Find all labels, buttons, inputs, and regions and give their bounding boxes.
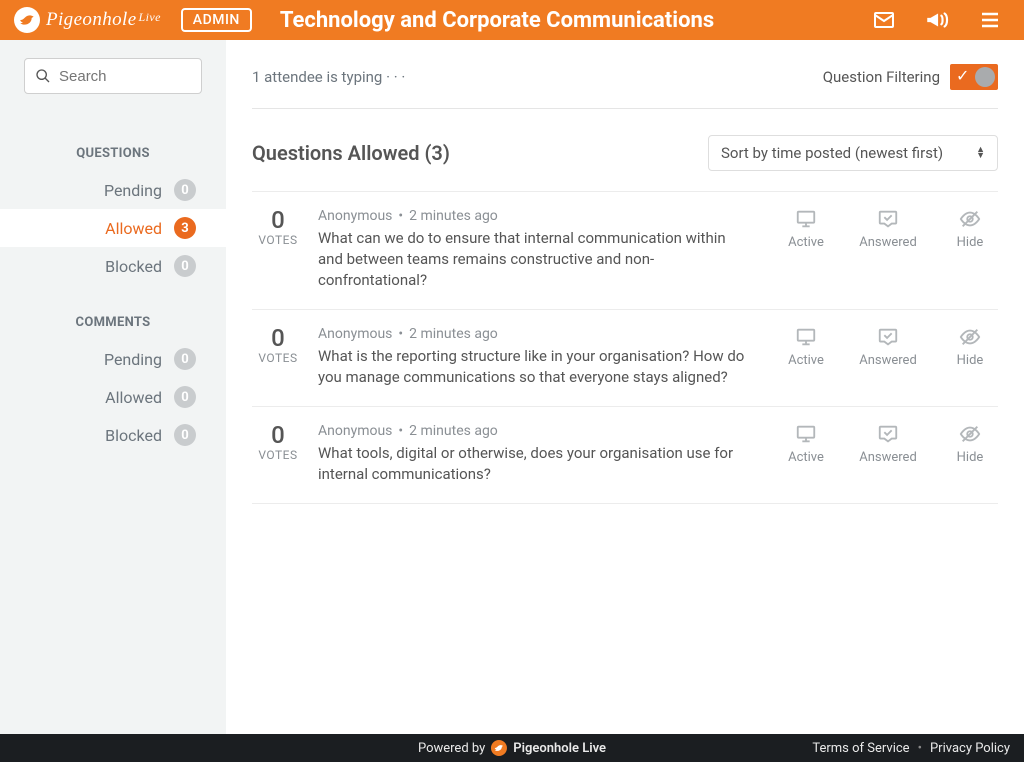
question-list: 0 VOTES Anonymous•2 minutes ago What can…	[252, 191, 998, 504]
bird-icon	[14, 7, 40, 33]
app-header: PigeonholeLive ADMIN Technology and Corp…	[0, 0, 1024, 40]
question-row: 0 VOTES Anonymous•2 minutes ago What is …	[252, 310, 998, 407]
question-author: Anonymous	[318, 423, 392, 439]
action-answered[interactable]: Answered	[860, 208, 916, 250]
footer-brand: Pigeonhole Live	[513, 741, 606, 756]
sidebar-item-allowed-comments[interactable]: Allowed 0	[0, 378, 226, 416]
app-footer: Powered by Pigeonhole Live Terms of Serv…	[0, 734, 1024, 762]
eye-off-icon	[959, 326, 981, 348]
sidebar-item-label: Blocked	[105, 257, 162, 276]
vote-count: 0 VOTES	[252, 208, 304, 247]
count-badge: 0	[174, 179, 196, 201]
question-author: Anonymous	[318, 208, 392, 224]
chevron-updown-icon: ▲▼	[976, 147, 985, 159]
brand-name: PigeonholeLive	[46, 9, 159, 31]
question-text: What can we do to ensure that internal c…	[318, 228, 748, 291]
eye-off-icon	[959, 423, 981, 445]
monitor-icon	[795, 208, 817, 230]
typing-indicator: 1 attendee is typing · · ·	[252, 68, 405, 86]
sidebar-heading-questions: QUESTIONS	[0, 146, 226, 161]
action-active[interactable]: Active	[778, 423, 834, 465]
sidebar: QUESTIONS Pending 0 Allowed 3 Blocked 0 …	[0, 40, 226, 734]
sidebar-item-allowed-questions[interactable]: Allowed 3	[0, 209, 226, 247]
sidebar-item-label: Pending	[104, 181, 162, 200]
privacy-link[interactable]: Privacy Policy	[930, 741, 1010, 756]
sidebar-item-blocked-comments[interactable]: Blocked 0	[0, 416, 226, 454]
action-active[interactable]: Active	[778, 326, 834, 368]
menu-icon[interactable]	[978, 8, 1002, 32]
question-text: What is the reporting structure like in …	[318, 346, 748, 388]
count-badge: 0	[174, 386, 196, 408]
vote-count: 0 VOTES	[252, 423, 304, 462]
action-hide[interactable]: Hide	[942, 423, 998, 465]
sort-select[interactable]: Sort by time posted (newest first) ▲▼	[708, 135, 998, 171]
sidebar-item-pending-comments[interactable]: Pending 0	[0, 340, 226, 378]
sidebar-item-pending-questions[interactable]: Pending 0	[0, 171, 226, 209]
terms-link[interactable]: Terms of Service	[812, 741, 909, 756]
question-time: 2 minutes ago	[409, 208, 498, 224]
count-badge: 0	[174, 348, 196, 370]
sidebar-questions-list: Pending 0 Allowed 3 Blocked 0	[0, 171, 226, 285]
speech-check-icon	[877, 326, 899, 348]
action-hide[interactable]: Hide	[942, 208, 998, 250]
sidebar-item-blocked-questions[interactable]: Blocked 0	[0, 247, 226, 285]
sidebar-item-label: Blocked	[105, 426, 162, 445]
question-text: What tools, digital or otherwise, does y…	[318, 443, 748, 485]
sidebar-item-label: Allowed	[105, 388, 162, 407]
question-time: 2 minutes ago	[409, 423, 498, 439]
sidebar-comments-list: Pending 0 Allowed 0 Blocked 0	[0, 340, 226, 454]
check-icon: ✓	[956, 68, 969, 84]
question-filtering: Question Filtering ✓	[823, 64, 998, 90]
page-title: Technology and Corporate Communications	[280, 8, 872, 33]
question-row: 0 VOTES Anonymous•2 minutes ago What can…	[252, 192, 998, 310]
brand-logo[interactable]: PigeonholeLive	[14, 7, 159, 33]
question-time: 2 minutes ago	[409, 326, 498, 342]
action-active[interactable]: Active	[778, 208, 834, 250]
search-icon	[35, 68, 51, 84]
count-badge: 0	[174, 255, 196, 277]
action-answered[interactable]: Answered	[860, 423, 916, 465]
action-hide[interactable]: Hide	[942, 326, 998, 368]
vote-count: 0 VOTES	[252, 326, 304, 365]
toggle-knob	[975, 67, 995, 87]
powered-by-label: Powered by	[418, 741, 485, 756]
admin-button[interactable]: ADMIN	[181, 8, 252, 32]
main-content: 1 attendee is typing · · · Question Filt…	[226, 40, 1024, 734]
action-answered[interactable]: Answered	[860, 326, 916, 368]
bird-icon	[491, 740, 507, 756]
eye-off-icon	[959, 208, 981, 230]
list-title: Questions Allowed (3)	[252, 141, 450, 165]
sort-label: Sort by time posted (newest first)	[721, 144, 943, 162]
count-badge: 0	[174, 424, 196, 446]
count-badge: 3	[174, 217, 196, 239]
filter-toggle[interactable]: ✓	[950, 64, 998, 90]
sidebar-heading-comments: COMMENTS	[0, 315, 226, 330]
monitor-icon	[795, 326, 817, 348]
sidebar-item-label: Pending	[104, 350, 162, 369]
speech-check-icon	[877, 208, 899, 230]
search-field[interactable]	[59, 68, 191, 85]
search-input[interactable]	[24, 58, 202, 94]
question-row: 0 VOTES Anonymous•2 minutes ago What too…	[252, 407, 998, 504]
speech-check-icon	[877, 423, 899, 445]
mail-icon[interactable]	[872, 8, 896, 32]
sidebar-item-label: Allowed	[105, 219, 162, 238]
monitor-icon	[795, 423, 817, 445]
megaphone-icon[interactable]	[924, 7, 950, 33]
question-author: Anonymous	[318, 326, 392, 342]
filter-label: Question Filtering	[823, 68, 940, 86]
